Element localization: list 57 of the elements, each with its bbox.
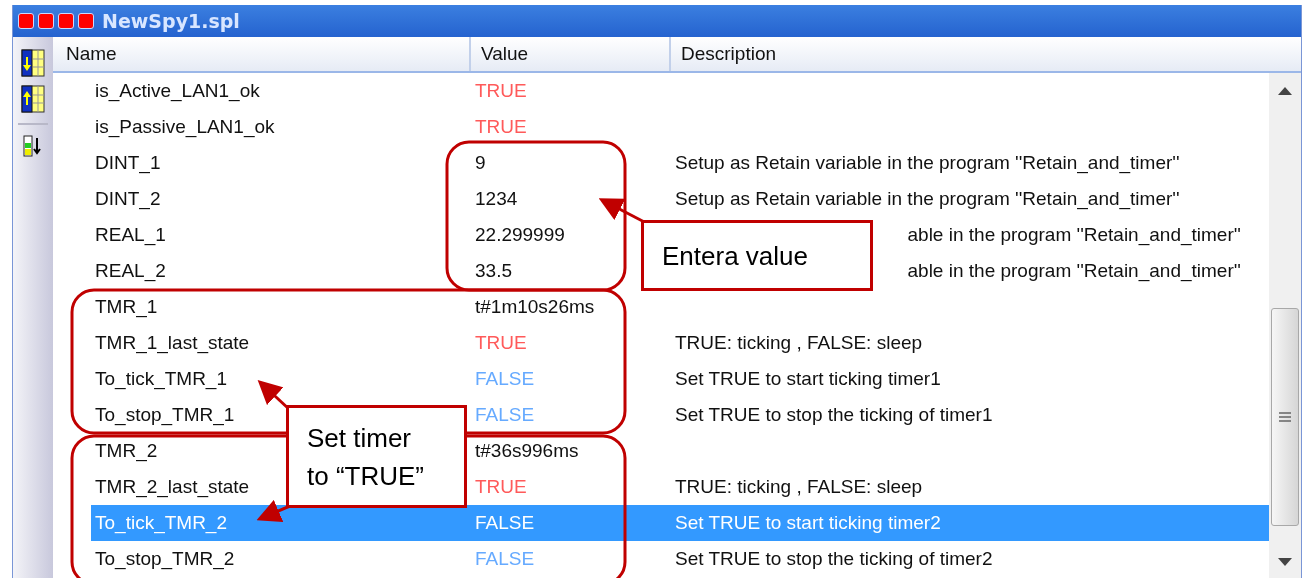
variable-name: To_stop_TMR_2 (94, 548, 235, 570)
scroll-thumb[interactable] (1271, 308, 1299, 526)
variable-description: Set TRUE to stop the ticking of timer2 (674, 548, 993, 570)
window-title: NewSpy1.spl (102, 10, 240, 32)
variable-name: TMR_1_last_state (94, 332, 250, 354)
sort-down-icon[interactable] (23, 135, 43, 157)
variable-value: FALSE (474, 368, 535, 390)
variable-value: TRUE (474, 332, 527, 354)
variable-description: Set TRUE to start ticking timer2 (674, 512, 941, 534)
variable-description: Set TRUE to stop the ticking of timer1 (674, 404, 993, 426)
square-icon[interactable] (18, 13, 34, 29)
variable-name: TMR_2_last_state (94, 476, 250, 498)
arrow (256, 499, 291, 522)
variable-name: To_tick_TMR_1 (94, 368, 227, 390)
callout: Set timer to “TRUE” (286, 405, 467, 508)
grip-icon (1279, 412, 1291, 422)
variable-value: 9 (474, 152, 486, 174)
callout: Entera value (641, 220, 873, 291)
variable-name: DINT_1 (94, 152, 161, 174)
move-up-icon[interactable] (21, 85, 45, 113)
scroll-down-icon[interactable] (1278, 558, 1292, 566)
variable-name: To_tick_TMR_2 (94, 512, 227, 534)
move-down-icon[interactable] (21, 49, 45, 77)
variable-value: FALSE (474, 404, 535, 426)
column-heading[interactable]: Name (53, 37, 469, 71)
square-icon[interactable] (78, 13, 94, 29)
variable-name: REAL_2 (94, 260, 166, 282)
variable-value: FALSE (474, 548, 535, 570)
square-icon[interactable] (38, 13, 54, 29)
variable-description: Setup as Retain variable in the program ''Retain_and_timer'' (674, 152, 1180, 174)
variable-value: TRUE (474, 80, 527, 102)
variable-description: TRUE: ticking , FALSE: sleep (674, 476, 923, 498)
variable-value: 1234 (474, 188, 518, 210)
variable-name: TMR_2 (94, 440, 158, 462)
variable-name: REAL_1 (94, 224, 166, 246)
variable-value: t#1m10s26ms (474, 296, 595, 318)
variable-description: Set TRUE to start ticking timer1 (674, 368, 941, 390)
variable-description: able in the program ''Retain_and_timer'' (906, 224, 1242, 246)
variable-name: TMR_1 (94, 296, 158, 318)
variable-value: TRUE (474, 116, 527, 138)
variable-name: DINT_2 (94, 188, 161, 210)
variable-value: FALSE (474, 512, 535, 534)
column-heading[interactable]: Value (469, 37, 669, 71)
variable-name: To_stop_TMR_1 (94, 404, 235, 426)
variable-description: Setup as Retain variable in the program ''Retain_and_timer'' (674, 188, 1180, 210)
scroll-up-icon[interactable] (1278, 87, 1292, 95)
square-icon[interactable] (58, 13, 74, 29)
scrollbar[interactable] (1269, 73, 1301, 578)
variable-description: TRUE: ticking , FALSE: sleep (674, 332, 923, 354)
variable-value: t#36s996ms (474, 440, 579, 462)
variable-name: is_Passive_LAN1_ok (94, 116, 275, 138)
variable-description: able in the program ''Retain_and_timer'' (906, 260, 1242, 282)
column-heading[interactable]: Description (669, 37, 1301, 71)
variable-value: 33.5 (474, 260, 512, 282)
variable-value: TRUE (474, 476, 527, 498)
variable-value: 22.299999 (474, 224, 565, 246)
variable-name: is_Active_LAN1_ok (94, 80, 260, 102)
